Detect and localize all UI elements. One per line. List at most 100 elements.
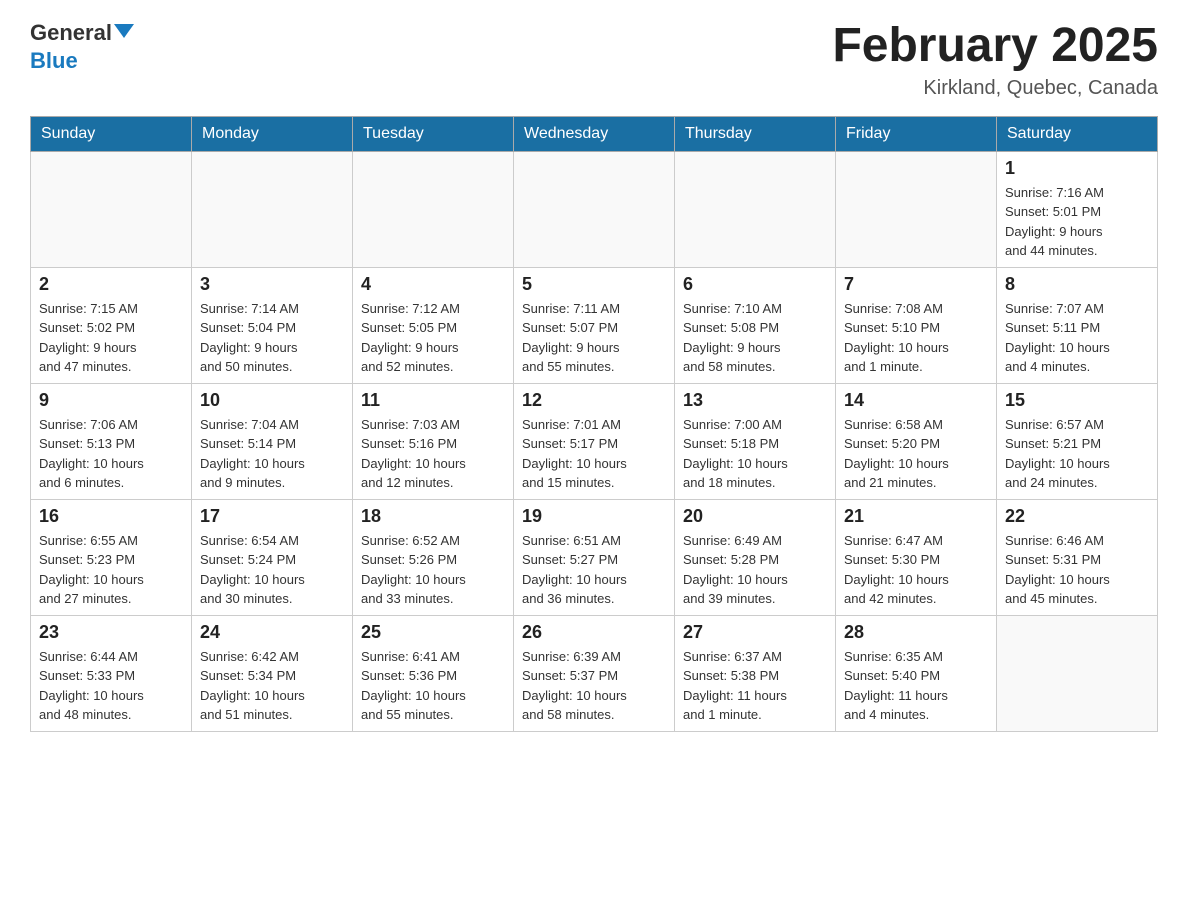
day-info: Sunrise: 6:37 AM Sunset: 5:38 PM Dayligh… [683, 647, 827, 725]
day-number: 7 [844, 274, 988, 295]
calendar-cell: 26 Sunrise: 6:39 AM Sunset: 5:37 PM Dayli… [514, 615, 675, 731]
day-number: 19 [522, 506, 666, 527]
day-info: Sunrise: 6:39 AM Sunset: 5:37 PM Dayligh… [522, 647, 666, 725]
header-saturday: Saturday [997, 116, 1158, 151]
day-info: Sunrise: 6:42 AM Sunset: 5:34 PM Dayligh… [200, 647, 344, 725]
calendar-cell: 5 Sunrise: 7:11 AM Sunset: 5:07 PM Daylig… [514, 267, 675, 383]
day-info: Sunrise: 6:44 AM Sunset: 5:33 PM Dayligh… [39, 647, 183, 725]
week-row-4: 16 Sunrise: 6:55 AM Sunset: 5:23 PM Dayli… [31, 499, 1158, 615]
day-number: 22 [1005, 506, 1149, 527]
day-info: Sunrise: 6:58 AM Sunset: 5:20 PM Dayligh… [844, 415, 988, 493]
week-row-1: 1 Sunrise: 7:16 AM Sunset: 5:01 PM Daylig… [31, 151, 1158, 267]
day-number: 5 [522, 274, 666, 295]
day-info: Sunrise: 7:10 AM Sunset: 5:08 PM Dayligh… [683, 299, 827, 377]
logo-general: General [30, 20, 112, 46]
day-number: 6 [683, 274, 827, 295]
day-number: 25 [361, 622, 505, 643]
calendar-cell: 19 Sunrise: 6:51 AM Sunset: 5:27 PM Dayli… [514, 499, 675, 615]
day-number: 20 [683, 506, 827, 527]
day-number: 21 [844, 506, 988, 527]
calendar-header-row: SundayMondayTuesdayWednesdayThursdayFrid… [31, 116, 1158, 151]
calendar-table: SundayMondayTuesdayWednesdayThursdayFrid… [30, 116, 1158, 732]
calendar-cell: 2Sunrise: 7:15 AM Sunset: 5:02 PM Daylig… [31, 267, 192, 383]
calendar-cell [353, 151, 514, 267]
day-number: 24 [200, 622, 344, 643]
day-info: Sunrise: 6:54 AM Sunset: 5:24 PM Dayligh… [200, 531, 344, 609]
calendar-cell: 23 Sunrise: 6:44 AM Sunset: 5:33 PM Dayli… [31, 615, 192, 731]
day-number: 2 [39, 274, 183, 295]
page-header: General Blue February 2025 Kirkland, Que… [30, 20, 1158, 100]
day-number: 13 [683, 390, 827, 411]
header-monday: Monday [192, 116, 353, 151]
title-area: February 2025 Kirkland, Quebec, Canada [832, 20, 1158, 100]
calendar-cell [514, 151, 675, 267]
logo-blue: Blue [30, 48, 78, 73]
calendar-cell [836, 151, 997, 267]
day-info: Sunrise: 7:03 AM Sunset: 5:16 PM Dayligh… [361, 415, 505, 493]
day-info: Sunrise: 7:06 AM Sunset: 5:13 PM Dayligh… [39, 415, 183, 493]
calendar-cell [997, 615, 1158, 731]
calendar-cell: 16 Sunrise: 6:55 AM Sunset: 5:23 PM Dayli… [31, 499, 192, 615]
calendar-cell: 24 Sunrise: 6:42 AM Sunset: 5:34 PM Dayli… [192, 615, 353, 731]
day-number: 28 [844, 622, 988, 643]
day-info: Sunrise: 7:01 AM Sunset: 5:17 PM Dayligh… [522, 415, 666, 493]
month-title: February 2025 [832, 20, 1158, 73]
day-number: 4 [361, 274, 505, 295]
calendar-cell: 3 Sunrise: 7:14 AM Sunset: 5:04 PM Daylig… [192, 267, 353, 383]
day-info: Sunrise: 6:41 AM Sunset: 5:36 PM Dayligh… [361, 647, 505, 725]
calendar-cell: 7 Sunrise: 7:08 AM Sunset: 5:10 PM Daylig… [836, 267, 997, 383]
day-number: 18 [361, 506, 505, 527]
header-wednesday: Wednesday [514, 116, 675, 151]
day-number: 26 [522, 622, 666, 643]
calendar-cell: 11 Sunrise: 7:03 AM Sunset: 5:16 PM Dayli… [353, 383, 514, 499]
day-info: Sunrise: 6:51 AM Sunset: 5:27 PM Dayligh… [522, 531, 666, 609]
calendar-cell: 4 Sunrise: 7:12 AM Sunset: 5:05 PM Daylig… [353, 267, 514, 383]
calendar-cell: 20 Sunrise: 6:49 AM Sunset: 5:28 PM Dayli… [675, 499, 836, 615]
day-info: Sunrise: 6:47 AM Sunset: 5:30 PM Dayligh… [844, 531, 988, 609]
calendar-cell: 22 Sunrise: 6:46 AM Sunset: 5:31 PM Dayli… [997, 499, 1158, 615]
day-number: 16 [39, 506, 183, 527]
day-info: Sunrise: 7:07 AM Sunset: 5:11 PM Dayligh… [1005, 299, 1149, 377]
week-row-2: 2Sunrise: 7:15 AM Sunset: 5:02 PM Daylig… [31, 267, 1158, 383]
logo: General Blue [30, 20, 136, 74]
day-number: 3 [200, 274, 344, 295]
day-info: Sunrise: 7:12 AM Sunset: 5:05 PM Dayligh… [361, 299, 505, 377]
calendar-cell: 27Sunrise: 6:37 AM Sunset: 5:38 PM Dayli… [675, 615, 836, 731]
calendar-cell [31, 151, 192, 267]
calendar-cell: 15Sunrise: 6:57 AM Sunset: 5:21 PM Dayli… [997, 383, 1158, 499]
day-number: 10 [200, 390, 344, 411]
week-row-5: 23 Sunrise: 6:44 AM Sunset: 5:33 PM Dayli… [31, 615, 1158, 731]
day-info: Sunrise: 6:55 AM Sunset: 5:23 PM Dayligh… [39, 531, 183, 609]
day-info: Sunrise: 7:08 AM Sunset: 5:10 PM Dayligh… [844, 299, 988, 377]
calendar-cell: 14Sunrise: 6:58 AM Sunset: 5:20 PM Dayli… [836, 383, 997, 499]
header-friday: Friday [836, 116, 997, 151]
day-number: 12 [522, 390, 666, 411]
calendar-cell [192, 151, 353, 267]
day-info: Sunrise: 6:46 AM Sunset: 5:31 PM Dayligh… [1005, 531, 1149, 609]
week-row-3: 9Sunrise: 7:06 AM Sunset: 5:13 PM Daylig… [31, 383, 1158, 499]
calendar-cell: 6 Sunrise: 7:10 AM Sunset: 5:08 PM Daylig… [675, 267, 836, 383]
calendar-cell: 21 Sunrise: 6:47 AM Sunset: 5:30 PM Dayli… [836, 499, 997, 615]
day-number: 15 [1005, 390, 1149, 411]
day-info: Sunrise: 6:49 AM Sunset: 5:28 PM Dayligh… [683, 531, 827, 609]
day-info: Sunrise: 7:11 AM Sunset: 5:07 PM Dayligh… [522, 299, 666, 377]
calendar-cell: 1 Sunrise: 7:16 AM Sunset: 5:01 PM Daylig… [997, 151, 1158, 267]
calendar-cell [675, 151, 836, 267]
logo-text: General [30, 20, 136, 46]
calendar-cell: 17 Sunrise: 6:54 AM Sunset: 5:24 PM Dayli… [192, 499, 353, 615]
day-info: Sunrise: 6:52 AM Sunset: 5:26 PM Dayligh… [361, 531, 505, 609]
calendar-cell: 9Sunrise: 7:06 AM Sunset: 5:13 PM Daylig… [31, 383, 192, 499]
calendar-cell: 28 Sunrise: 6:35 AM Sunset: 5:40 PM Dayli… [836, 615, 997, 731]
day-number: 23 [39, 622, 183, 643]
day-info: Sunrise: 6:35 AM Sunset: 5:40 PM Dayligh… [844, 647, 988, 725]
day-info: Sunrise: 7:04 AM Sunset: 5:14 PM Dayligh… [200, 415, 344, 493]
day-info: Sunrise: 7:16 AM Sunset: 5:01 PM Dayligh… [1005, 183, 1149, 261]
day-number: 17 [200, 506, 344, 527]
day-number: 11 [361, 390, 505, 411]
day-number: 1 [1005, 158, 1149, 179]
header-thursday: Thursday [675, 116, 836, 151]
calendar-cell: 8Sunrise: 7:07 AM Sunset: 5:11 PM Daylig… [997, 267, 1158, 383]
day-info: Sunrise: 7:00 AM Sunset: 5:18 PM Dayligh… [683, 415, 827, 493]
location: Kirkland, Quebec, Canada [832, 77, 1158, 100]
day-info: Sunrise: 7:14 AM Sunset: 5:04 PM Dayligh… [200, 299, 344, 377]
